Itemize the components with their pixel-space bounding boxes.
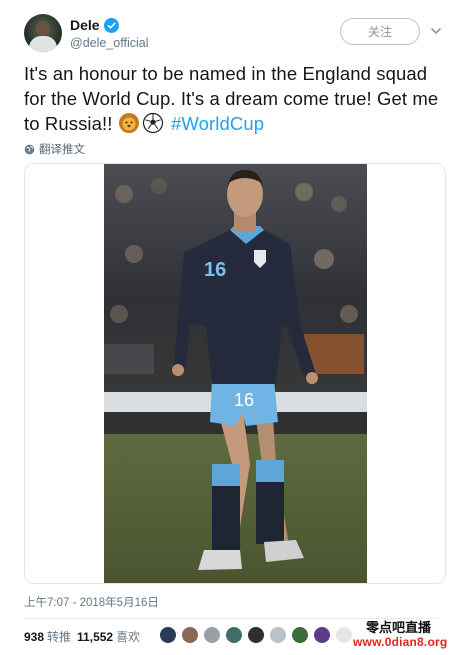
tweet-header: Dele @dele_official 关注 <box>24 14 454 54</box>
liker-avatar[interactable] <box>335 626 353 644</box>
chevron-down-icon[interactable] <box>429 24 443 38</box>
like-label[interactable]: 喜欢 <box>116 628 140 645</box>
retweet-count[interactable]: 938 <box>24 630 44 644</box>
follow-button[interactable]: 关注 <box>340 18 420 45</box>
display-name[interactable]: Dele <box>70 17 100 33</box>
liker-avatar[interactable] <box>203 626 221 644</box>
watermark-url: www.0dian8.org <box>353 635 448 649</box>
tweet-photo[interactable]: 16 16 <box>104 164 367 583</box>
liker-avatars <box>159 626 357 644</box>
liker-avatar[interactable] <box>247 626 265 644</box>
player-photo-illustration: 16 16 <box>104 164 367 583</box>
liker-avatar[interactable] <box>269 626 287 644</box>
engagement-stats: 938 转推 11,552 喜欢 <box>24 628 146 645</box>
like-count[interactable]: 11,552 <box>77 630 113 644</box>
globe-icon <box>24 144 35 154</box>
translate-tweet[interactable]: 翻译推文 <box>24 141 85 157</box>
tweet-text: It's an honour to be named in the Englan… <box>24 61 444 136</box>
timestamp[interactable]: 上午7:07 - 2018年5月16日 <box>24 594 159 610</box>
liker-avatar[interactable] <box>181 626 199 644</box>
retweet-label[interactable]: 转推 <box>47 628 71 645</box>
shirt-number: 16 <box>204 259 226 281</box>
liker-avatar[interactable] <box>225 626 243 644</box>
liker-avatar[interactable] <box>159 626 177 644</box>
lion-emoji <box>118 113 139 133</box>
hashtag-link[interactable]: #WorldCup <box>171 113 264 134</box>
soccer-ball-emoji <box>142 112 163 134</box>
verified-icon <box>103 17 119 33</box>
shorts-number: 16 <box>234 390 254 410</box>
liker-avatar[interactable] <box>313 626 331 644</box>
media-card[interactable]: 16 16 <box>24 163 446 584</box>
translate-label: 翻译推文 <box>39 144 85 156</box>
watermark-title: 零点吧直播 <box>366 620 432 635</box>
avatar[interactable] <box>24 14 62 52</box>
name-row: Dele <box>70 17 119 33</box>
handle[interactable]: @dele_official <box>70 36 148 50</box>
liker-avatar[interactable] <box>291 626 309 644</box>
